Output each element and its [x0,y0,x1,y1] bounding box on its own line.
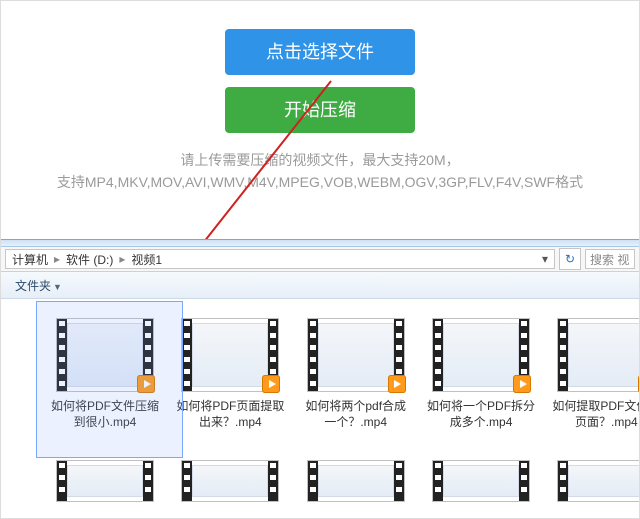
play-overlay-icon [513,375,531,393]
video-thumbnail [56,318,154,392]
file-item[interactable] [552,460,639,508]
video-thumbnail [181,318,279,392]
upload-panel: 点击选择文件 开始压缩 请上传需要压缩的视频文件，最大支持20M， 支持MP4,… [1,1,639,206]
video-thumbnail [181,460,279,502]
breadcrumb-drive[interactable]: 软件 (D:) [66,251,113,268]
file-item[interactable]: 如何将PDF页面提取出来？.mp4 [176,318,284,430]
chevron-right-icon: ▸ [119,252,125,266]
play-overlay-icon [137,375,155,393]
file-item[interactable]: 如何提取PDF文件的页面？.mp4 [552,318,639,430]
video-thumbnail [557,318,639,392]
file-name: 如何将PDF文件压缩到很小.mp4 [51,398,159,430]
video-thumbnail [307,318,405,392]
play-overlay-icon [388,375,406,393]
breadcrumb[interactable]: 计算机 ▸ 软件 (D:) ▸ 视频1 ▾ [5,249,555,269]
video-thumbnail [432,318,530,392]
hint-line2: 支持MP4,MKV,MOV,AVI,WMV,M4V,MPEG,VOB,WEBM,… [57,174,583,190]
file-item[interactable] [51,460,159,508]
file-grid: 如何将PDF文件压缩到很小.mp4 如何将PDF页面提取出来？.mp4 如何将两… [1,298,639,518]
address-bar: 计算机 ▸ 软件 (D:) ▸ 视频1 ▾ ↻ 搜索 视 [1,247,639,272]
play-overlay-icon [262,375,280,393]
refresh-icon: ↻ [565,252,575,266]
file-name: 如何将PDF页面提取出来？.mp4 [176,398,284,430]
video-thumbnail [432,460,530,502]
breadcrumb-folder[interactable]: 视频1 [131,251,162,268]
hint-line1: 请上传需要压缩的视频文件，最大支持20M， [180,152,459,168]
file-name: 如何将一个PDF拆分成多个.mp4 [427,398,535,430]
breadcrumb-dropdown-icon[interactable]: ▾ [536,252,554,266]
file-name: 如何将两个pdf合成一个？.mp4 [302,398,410,430]
file-item[interactable] [427,460,535,508]
chevron-down-icon: ▼ [53,282,62,292]
search-placeholder: 搜索 视 [590,251,629,268]
refresh-button[interactable]: ↻ [559,248,581,270]
file-item[interactable]: 如何将两个pdf合成一个？.mp4 [302,318,410,430]
video-thumbnail [307,460,405,502]
video-thumbnail [56,460,154,502]
toolbar-newfolder[interactable]: 文件夹▼ [7,275,70,296]
breadcrumb-computer[interactable]: 计算机 [12,251,48,268]
file-name: 如何提取PDF文件的页面？.mp4 [552,398,639,430]
file-item[interactable]: 如何将PDF文件压缩到很小.mp4 [51,318,159,430]
file-item[interactable] [302,460,410,508]
video-thumbnail [557,460,639,502]
file-explorer-window: 计算机 ▸ 软件 (D:) ▸ 视频1 ▾ ↻ 搜索 视 文件夹▼ [1,239,639,518]
select-file-button[interactable]: 点击选择文件 [225,29,415,75]
search-input[interactable]: 搜索 视 [585,249,635,269]
file-item[interactable] [176,460,284,508]
upload-hint: 请上传需要压缩的视频文件，最大支持20M， 支持MP4,MKV,MOV,AVI,… [1,149,639,193]
file-item[interactable]: 如何将一个PDF拆分成多个.mp4 [427,318,535,430]
play-overlay-icon [638,375,639,393]
explorer-toolbar: 文件夹▼ [1,272,639,299]
chevron-right-icon: ▸ [54,252,60,266]
window-titlebar [1,240,639,247]
start-compress-button[interactable]: 开始压缩 [225,87,415,133]
